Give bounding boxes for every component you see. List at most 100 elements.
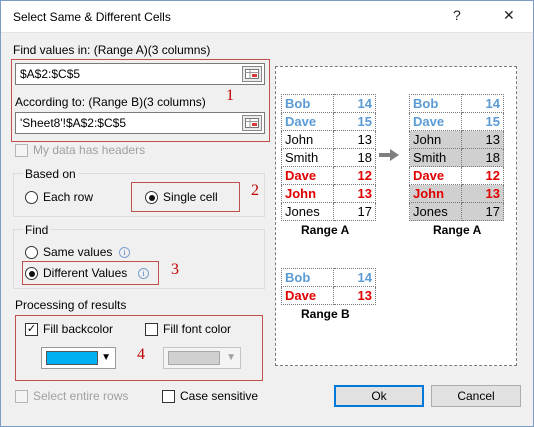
chevron-down-icon: ▼ xyxy=(101,352,111,363)
table-row: Smith 18 xyxy=(409,148,504,167)
range-b-caption: Range B xyxy=(301,307,350,321)
each-row-label: Each row xyxy=(43,190,94,204)
annotation-4: 4 xyxy=(137,346,145,363)
table-row: Dave 13 xyxy=(281,286,376,305)
table-cell: Smith xyxy=(409,148,462,167)
table-cell: Dave xyxy=(409,112,462,131)
single-cell-radio[interactable] xyxy=(145,191,158,204)
range-b-table: Bob 14 Dave 13 xyxy=(281,268,376,305)
select-entire-rows-checkbox[interactable] xyxy=(15,390,28,403)
table-row: Dave 12 xyxy=(281,166,376,185)
table-cell: 14 xyxy=(333,268,376,287)
table-row: John 13 xyxy=(409,184,504,203)
each-row-radio[interactable] xyxy=(25,191,38,204)
table-cell: 14 xyxy=(333,94,376,113)
table-cell: Jones xyxy=(409,202,462,221)
table-row: Smith 18 xyxy=(281,148,376,167)
table-row: Bob 14 xyxy=(409,94,504,113)
range-a-value: $A$2:$C$5 xyxy=(20,67,81,81)
range-a-table: Bob 14 Dave 15 John 13 Smith 18 Dave 12 John 1… xyxy=(281,94,376,221)
find-title: Find xyxy=(23,223,51,237)
table-cell: 18 xyxy=(461,148,504,167)
cancel-button[interactable]: Cancel xyxy=(431,385,521,407)
range-b-value: 'Sheet8'!$A$2:$C$5 xyxy=(20,116,126,130)
table-row: Bob 14 xyxy=(281,268,376,287)
table-cell: 12 xyxy=(333,166,376,185)
table-cell: John xyxy=(409,130,462,149)
table-row: John 13 xyxy=(281,130,376,149)
range-a-select-icon[interactable] xyxy=(242,66,262,82)
table-cell: 15 xyxy=(461,112,504,131)
table-row: John 13 xyxy=(281,184,376,203)
table-row: Bob 14 xyxy=(281,94,376,113)
select-entire-rows-label: Select entire rows xyxy=(33,389,129,403)
table-cell: John xyxy=(281,184,334,203)
table-cell: Bob xyxy=(281,94,334,113)
backcolor-picker[interactable]: ▼ xyxy=(41,347,116,369)
arrow-right-icon xyxy=(379,149,399,161)
table-cell: Dave xyxy=(281,112,334,131)
table-cell: Dave xyxy=(281,166,334,185)
backcolor-swatch xyxy=(46,351,98,365)
range-a-result-caption: Range A xyxy=(433,223,482,237)
different-values-label: Different Values xyxy=(43,266,128,280)
table-cell: 17 xyxy=(333,202,376,221)
ok-button[interactable]: Ok xyxy=(334,385,424,407)
table-row: John 13 xyxy=(409,130,504,149)
table-cell: 13 xyxy=(461,130,504,149)
help-icon[interactable]: ? xyxy=(453,7,461,23)
table-cell: 13 xyxy=(333,286,376,305)
range-a-caption: Range A xyxy=(301,223,350,237)
find-values-label: Find values in: (Range A)(3 columns) xyxy=(13,43,211,57)
dialog: Select Same & Different Cells ? ✕ Find v… xyxy=(0,0,534,427)
single-cell-label: Single cell xyxy=(163,190,218,204)
table-cell: Bob xyxy=(281,268,334,287)
case-sensitive-label: Case sensitive xyxy=(180,389,259,403)
range-b-select-icon[interactable] xyxy=(242,115,262,131)
table-cell: 17 xyxy=(461,202,504,221)
table-cell: 13 xyxy=(333,184,376,203)
table-row: Jones 17 xyxy=(409,202,504,221)
info-icon[interactable]: i xyxy=(138,268,149,279)
table-cell: 15 xyxy=(333,112,376,131)
table-cell: 13 xyxy=(461,184,504,203)
fill-fontcolor-checkbox[interactable] xyxy=(145,323,158,336)
info-icon[interactable]: i xyxy=(119,247,130,258)
case-sensitive-checkbox[interactable] xyxy=(162,390,175,403)
processing-title: Processing of results xyxy=(15,298,127,312)
table-cell: 14 xyxy=(461,94,504,113)
annotation-2: 2 xyxy=(251,182,259,199)
range-a-input[interactable]: $A$2:$C$5 xyxy=(15,63,265,85)
fontcolor-swatch xyxy=(168,351,220,365)
table-row: Dave 15 xyxy=(409,112,504,131)
different-values-radio[interactable] xyxy=(25,267,38,280)
according-label: According to: (Range B)(3 columns) xyxy=(15,95,206,109)
window-title: Select Same & Different Cells xyxy=(13,10,171,24)
table-cell: John xyxy=(409,184,462,203)
table-cell: Smith xyxy=(281,148,334,167)
table-cell: Dave xyxy=(409,166,462,185)
has-headers-checkbox[interactable] xyxy=(15,144,28,157)
table-cell: 18 xyxy=(333,148,376,167)
chevron-down-icon: ▼ xyxy=(226,352,236,363)
fontcolor-picker[interactable]: ▼ xyxy=(163,347,241,369)
table-cell: 13 xyxy=(333,130,376,149)
table-row: Dave 12 xyxy=(409,166,504,185)
same-values-label: Same values xyxy=(43,245,113,259)
fill-backcolor-checkbox[interactable]: ✓ xyxy=(25,323,38,336)
table-cell: Jones xyxy=(281,202,334,221)
annotation-1: 1 xyxy=(226,87,234,104)
close-icon[interactable]: ✕ xyxy=(503,7,515,24)
same-values-radio[interactable] xyxy=(25,246,38,259)
range-a-result-table: Bob 14 Dave 15 John 13 Smith 18 Dave 12 John 1… xyxy=(409,94,504,221)
table-cell: 12 xyxy=(461,166,504,185)
table-row: Jones 17 xyxy=(281,202,376,221)
annotation-3: 3 xyxy=(171,261,179,278)
table-cell: Bob xyxy=(409,94,462,113)
fill-fontcolor-label: Fill font color xyxy=(163,322,232,336)
title-bar: Select Same & Different Cells ? ✕ xyxy=(1,1,533,33)
table-row: Dave 15 xyxy=(281,112,376,131)
range-b-input[interactable]: 'Sheet8'!$A$2:$C$5 xyxy=(15,112,265,134)
table-cell: Dave xyxy=(281,286,334,305)
table-cell: John xyxy=(281,130,334,149)
